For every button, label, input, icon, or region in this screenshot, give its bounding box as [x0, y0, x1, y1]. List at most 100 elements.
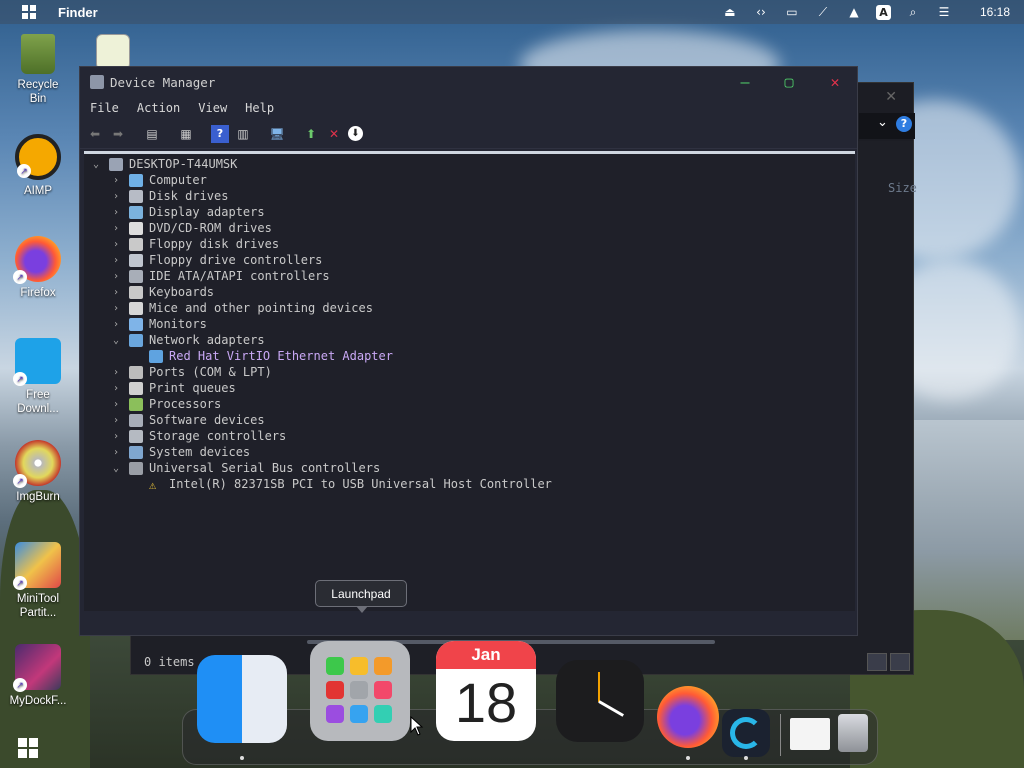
- finder-icon[interactable]: [197, 655, 287, 743]
- category-node[interactable]: › Computer: [110, 172, 207, 188]
- expand-icon[interactable]: ›: [110, 207, 122, 218]
- close-icon[interactable]: ✕: [885, 89, 897, 105]
- back-icon[interactable]: ⬅: [86, 125, 104, 143]
- category-node[interactable]: › Floppy drive controllers: [110, 252, 322, 268]
- category-node[interactable]: › System devices: [110, 444, 250, 460]
- calendar-day: 18: [454, 671, 518, 734]
- desktop-icon-imgburn[interactable]: ↗ ImgBurn: [0, 440, 76, 504]
- calendar-icon[interactable]: Jan 18: [436, 641, 536, 741]
- expand-icon[interactable]: ›: [110, 399, 122, 410]
- search-icon[interactable]: ⌕: [904, 4, 922, 20]
- minimize-button[interactable]: —: [723, 67, 767, 97]
- menu-file[interactable]: File: [90, 101, 119, 115]
- properties-icon[interactable]: ▦: [177, 125, 195, 143]
- control-center-icon[interactable]: ☰: [935, 4, 953, 20]
- tree-root[interactable]: ⌄ DESKTOP-T44UMSK: [90, 156, 237, 172]
- expand-icon[interactable]: ›: [110, 431, 122, 442]
- category-node[interactable]: ⌄ Universal Serial Bus controllers: [110, 460, 380, 476]
- desktop-icon-recycle-bin[interactable]: Recycle Bin: [0, 34, 76, 106]
- help-icon[interactable]: ?: [211, 124, 229, 143]
- system-tray: ⏏ ‹› ▭ ⟋ ▲ A ⌕ ☰ 16:18: [721, 0, 1024, 24]
- device-tree[interactable]: ⌄ DESKTOP-T44UMSK › Computer › Disk drives ›…: [84, 151, 855, 611]
- preview-icon[interactable]: [790, 718, 830, 750]
- help-icon[interactable]: ?: [896, 116, 912, 132]
- dev-tool-icon[interactable]: [722, 709, 770, 757]
- chevron-down-icon[interactable]: ⌄: [877, 115, 888, 130]
- clock-icon[interactable]: [556, 660, 644, 742]
- expand-icon[interactable]: ›: [110, 223, 122, 234]
- firefox-icon[interactable]: [657, 686, 719, 748]
- expand-icon[interactable]: ›: [110, 319, 122, 330]
- remote-icon[interactable]: ‹›: [752, 4, 770, 20]
- shortcut-arrow-icon: ↗: [13, 270, 27, 284]
- maximize-button[interactable]: ▢: [767, 67, 811, 97]
- category-node[interactable]: › Disk drives: [110, 188, 229, 204]
- desktop-icon-minitool[interactable]: ↗ MiniTool Partit...: [0, 542, 76, 620]
- start-button[interactable]: [18, 738, 38, 758]
- desktop-icon-aimp[interactable]: ↗ AIMP: [0, 134, 76, 198]
- category-node[interactable]: › Print queues: [110, 380, 236, 396]
- network-off-icon[interactable]: ⟋: [814, 4, 832, 20]
- category-node[interactable]: › Display adapters: [110, 204, 265, 220]
- category-node[interactable]: ⌄ Network adapters: [110, 332, 265, 348]
- launchpad-icon[interactable]: [310, 641, 410, 741]
- icon-view-button[interactable]: [890, 653, 910, 671]
- node-label: Display adapters: [149, 205, 265, 219]
- close-button[interactable]: ✕: [813, 67, 857, 97]
- action-pane-icon[interactable]: ▥: [234, 125, 252, 143]
- category-node[interactable]: › Keyboards: [110, 284, 214, 300]
- menu-view[interactable]: View: [198, 101, 227, 115]
- collapse-icon[interactable]: ⌄: [110, 335, 122, 346]
- uninstall-device-icon[interactable]: ✕: [325, 125, 343, 143]
- collapse-icon[interactable]: ⌄: [90, 159, 102, 170]
- device-category-icon: [129, 461, 143, 475]
- display-icon[interactable]: ▭: [783, 4, 801, 20]
- active-app-name[interactable]: Finder: [58, 5, 98, 20]
- expand-icon[interactable]: ›: [110, 367, 122, 378]
- update-driver-icon[interactable]: ⬆: [302, 125, 320, 143]
- window-titlebar[interactable]: Device Manager — ▢ ✕: [80, 67, 857, 97]
- expand-icon[interactable]: ›: [110, 175, 122, 186]
- expand-icon[interactable]: ›: [110, 303, 122, 314]
- column-header-size[interactable]: Size: [888, 181, 917, 195]
- collapse-icon[interactable]: ⌄: [110, 463, 122, 474]
- node-label: Red Hat VirtIO Ethernet Adapter: [169, 349, 393, 363]
- category-node[interactable]: › IDE ATA/ATAPI controllers: [110, 268, 330, 284]
- menu-action[interactable]: Action: [137, 101, 180, 115]
- expand-icon[interactable]: ›: [110, 287, 122, 298]
- upload-icon[interactable]: ▲: [845, 4, 863, 20]
- desktop-icon-mydock[interactable]: ↗ MyDockF...: [0, 644, 76, 708]
- forward-icon[interactable]: ➡: [109, 125, 127, 143]
- desktop-icon-free-download[interactable]: ↗ Free Downl...: [0, 338, 76, 416]
- category-node[interactable]: › DVD/CD-ROM drives: [110, 220, 272, 236]
- trash-icon[interactable]: [838, 714, 868, 752]
- expand-icon[interactable]: ›: [110, 383, 122, 394]
- device-category-icon: [129, 429, 143, 443]
- device-item[interactable]: Red Hat VirtIO Ethernet Adapter: [149, 348, 393, 364]
- category-node[interactable]: › Ports (COM & LPT): [110, 364, 272, 380]
- expand-icon[interactable]: ›: [110, 191, 122, 202]
- expand-icon[interactable]: ›: [110, 271, 122, 282]
- scan-hardware-icon[interactable]: 🖥: [268, 125, 286, 143]
- expand-icon[interactable]: ›: [110, 255, 122, 266]
- device-category-icon: [129, 397, 143, 411]
- eject-icon[interactable]: ⏏: [721, 4, 739, 20]
- category-node[interactable]: › Floppy disk drives: [110, 236, 279, 252]
- category-node[interactable]: › Processors: [110, 396, 221, 412]
- expand-icon[interactable]: ›: [110, 239, 122, 250]
- menubar-clock[interactable]: 16:18: [980, 5, 1010, 19]
- expand-icon[interactable]: ›: [110, 415, 122, 426]
- category-node[interactable]: › Monitors: [110, 316, 207, 332]
- category-node[interactable]: › Mice and other pointing devices: [110, 300, 373, 316]
- desktop-icon-firefox[interactable]: ↗ Firefox: [0, 236, 76, 300]
- expand-icon[interactable]: ›: [110, 447, 122, 458]
- category-node[interactable]: › Software devices: [110, 412, 265, 428]
- show-hide-console-tree-icon[interactable]: ▤: [143, 125, 161, 143]
- device-item[interactable]: ⚠ Intel(R) 82371SB PCI to USB Universal H…: [149, 476, 552, 492]
- category-node[interactable]: › Storage controllers: [110, 428, 286, 444]
- menu-help[interactable]: Help: [245, 101, 274, 115]
- list-view-button[interactable]: [867, 653, 887, 671]
- enable-device-icon[interactable]: ⬇: [348, 126, 363, 141]
- input-method-icon[interactable]: A: [875, 4, 891, 20]
- windows-logo-icon[interactable]: [22, 5, 36, 19]
